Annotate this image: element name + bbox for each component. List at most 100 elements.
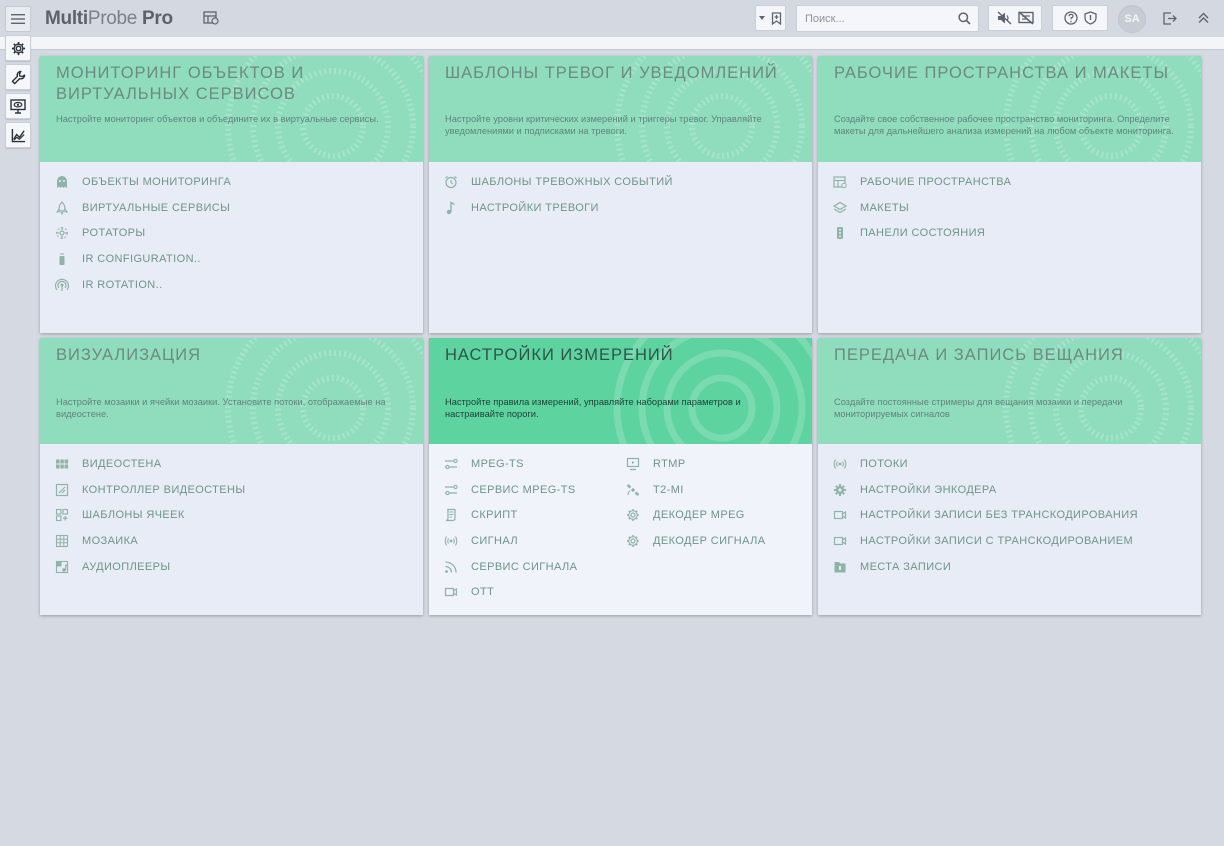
double-chevron-up-icon[interactable]: [1198, 12, 1209, 24]
link-alarm-settings[interactable]: НАСТРОЙКИ ТРЕВОГИ: [443, 195, 803, 221]
link-rotators[interactable]: РОТАТОРЫ: [54, 220, 414, 246]
top-bar: MultiProbe Pro SA: [0, 0, 1224, 37]
card-title: Настройки измерений: [445, 346, 674, 364]
link-recording-locations[interactable]: МЕСТА ЗАПИСИ: [832, 554, 1192, 580]
link-recording-transcode[interactable]: НАСТРОЙКИ ЗАПИСИ С ТРАНСКОДИРОВАНИЕМ: [832, 528, 1192, 554]
satellite-icon: [626, 483, 640, 496]
rail-tools-button[interactable]: [5, 64, 31, 90]
help-icon[interactable]: [1063, 11, 1078, 25]
link-ott[interactable]: OTT: [443, 579, 623, 605]
user-avatar[interactable]: SA: [1118, 5, 1146, 33]
link-virtual-services[interactable]: ВИРТУАЛЬНЫЕ СЕРВИСЫ: [54, 195, 414, 221]
card-links: РАБОЧИЕ ПРОСТРАНСТВА МАКЕТЫ ПАНЕЛИ СОСТО…: [832, 169, 1192, 246]
ghost-icon: [57, 175, 67, 188]
hamburger-menu-button[interactable]: [5, 6, 31, 32]
stream-service-icon: [445, 484, 458, 495]
rail-monitor-button[interactable]: [5, 93, 31, 119]
search-box[interactable]: [796, 5, 979, 32]
sound-controls-group: [988, 5, 1042, 31]
link-layouts[interactable]: МАКЕТЫ: [832, 195, 1192, 221]
gear-icon: [834, 483, 846, 496]
bookmark-dropdown-button[interactable]: [755, 5, 786, 31]
remote-icon: [59, 253, 65, 265]
card-workspaces: Рабочие пространства и макеты Создайте с…: [818, 56, 1201, 333]
folder-icon: [834, 561, 846, 573]
link-mosaic[interactable]: МОЗАИКА: [54, 528, 414, 554]
volume-mute-icon[interactable]: [996, 11, 1012, 25]
alarm-clock-icon: [445, 175, 457, 188]
card-links: ШАБЛОНЫ ТРЕВОЖНЫХ СОБЫТИЙ НАСТРОЙКИ ТРЕВ…: [443, 169, 803, 220]
search-input[interactable]: [805, 10, 953, 28]
card-visualization: Визуализация Настройте мозаики и ячейки …: [40, 338, 423, 615]
layout-icon[interactable]: [203, 11, 219, 30]
link-ir-rotation[interactable]: IR ROTATION..: [54, 272, 414, 298]
card-header: Шаблоны тревог и уведомлений Настройте у…: [429, 56, 812, 162]
rotator-icon: [56, 227, 68, 240]
rocket-icon: [55, 200, 69, 215]
video-camera-icon: [833, 511, 847, 520]
link-videowall-controller[interactable]: КОНТРОЛЛЕР ВИДЕОСТЕНЫ: [54, 477, 414, 503]
shield-icon[interactable]: [1083, 11, 1097, 25]
chart-icon: [11, 128, 25, 142]
cell-template-icon: [55, 509, 69, 522]
video-camera-icon: [833, 536, 847, 546]
help-security-group: [1052, 5, 1108, 31]
link-mpeg-ts[interactable]: MPEG-TS: [443, 451, 623, 477]
card-description: Настройте правила измерений, управляйте …: [445, 397, 741, 419]
controller-icon: [55, 483, 69, 496]
card-header: Мониторинг объектов и виртуальных сервис…: [40, 56, 423, 162]
link-alarm-templates[interactable]: ШАБЛОНЫ ТРЕВОЖНЫХ СОБЫТИЙ: [443, 169, 803, 195]
card-links-column-2: RTMP T2-MI ДЕКОДЕР MPEG ДЕКОДЕР СИГНАЛА: [625, 451, 805, 554]
link-status-panels[interactable]: ПАНЕЛИ СОСТОЯНИЯ: [832, 220, 1192, 246]
card-title: Мониторинг объектов и виртуальных сервис…: [56, 64, 305, 103]
link-mpeg-ts-service[interactable]: СЕРВИС MPEG-TS: [443, 477, 623, 503]
card-links: ПОТОКИ НАСТРОЙКИ ЭНКОДЕРА НАСТРОЙКИ ЗАПИ…: [832, 451, 1192, 579]
logout-icon[interactable]: [1163, 12, 1177, 25]
card-header: Визуализация Настройте мозаики и ячейки …: [40, 338, 423, 444]
traffic-light-icon: [837, 227, 843, 240]
link-cell-templates[interactable]: ШАБЛОНЫ ЯЧЕЕК: [54, 502, 414, 528]
gear-icon: [11, 41, 25, 55]
audio-player-icon: [55, 560, 69, 573]
link-ir-configuration[interactable]: IR CONFIGURATION..: [54, 246, 414, 272]
link-monitoring-objects[interactable]: ОБЪЕКТЫ МОНИТОРИНГА: [54, 169, 414, 195]
link-signal-decoder[interactable]: ДЕКОДЕР СИГНАЛА: [625, 528, 805, 554]
card-broadcast-recording: Передача и запись вещания Создайте посто…: [818, 338, 1201, 615]
monitor-eye-icon: [10, 98, 26, 114]
search-icon[interactable]: [958, 12, 971, 25]
music-note-icon: [446, 200, 455, 214]
signal-rotation-icon: [55, 278, 69, 291]
card-header: Рабочие пространства и макеты Создайте с…: [818, 56, 1201, 162]
card-alarms: Шаблоны тревог и уведомлений Настройте у…: [429, 56, 812, 333]
wrench-icon: [11, 70, 25, 84]
link-encoder-settings[interactable]: НАСТРОЙКИ ЭНКОДЕРА: [832, 477, 1192, 503]
link-signal-service[interactable]: СЕРВИС СИГНАЛА: [443, 554, 623, 580]
link-script[interactable]: СКРИПТ: [443, 502, 623, 528]
stream-icon: [445, 458, 458, 469]
card-links: ВИДЕОСТЕНА КОНТРОЛЛЕР ВИДЕОСТЕНЫ ШАБЛОНЫ…: [54, 451, 414, 579]
grid-icon: [55, 534, 69, 547]
link-rtmp[interactable]: RTMP: [625, 451, 805, 477]
rail-settings-button[interactable]: [5, 35, 31, 61]
link-recording-no-transcode[interactable]: НАСТРОЙКИ ЗАПИСИ БЕЗ ТРАНСКОДИРОВАНИЯ: [832, 502, 1192, 528]
card-description: Настройте мониторинг объектов и объедини…: [56, 114, 379, 124]
link-audio-players[interactable]: АУДИОПЛЕЕРЫ: [54, 554, 414, 580]
card-links: ОБЪЕКТЫ МОНИТОРИНГА ВИРТУАЛЬНЫЕ СЕРВИСЫ …: [54, 169, 414, 297]
link-t2-mi[interactable]: T2-MI: [625, 477, 805, 503]
card-header: Передача и запись вещания Создайте посто…: [818, 338, 1201, 444]
workspace-icon: [833, 176, 847, 189]
card-description: Создайте свое собственное рабочее простр…: [834, 114, 1174, 136]
link-videowall[interactable]: ВИДЕОСТЕНА: [54, 451, 414, 477]
link-mpeg-decoder[interactable]: ДЕКОДЕР MPEG: [625, 502, 805, 528]
gear-icon: [627, 534, 639, 547]
link-signal[interactable]: СИГНАЛ: [443, 528, 623, 554]
card-description: Настройте мозаики и ячейки мозаики. Уста…: [56, 397, 386, 419]
card-description: Настройте уровни критических измерений и…: [445, 114, 762, 136]
link-workspaces[interactable]: РАБОЧИЕ ПРОСТРАНСТВА: [832, 169, 1192, 195]
link-streams[interactable]: ПОТОКИ: [832, 451, 1192, 477]
rail-analytics-button[interactable]: [5, 122, 31, 148]
card-title: Визуализация: [56, 346, 202, 364]
video-camera-icon: [444, 588, 458, 597]
notifications-off-icon[interactable]: [1017, 11, 1034, 25]
hamburger-icon: [11, 14, 25, 24]
